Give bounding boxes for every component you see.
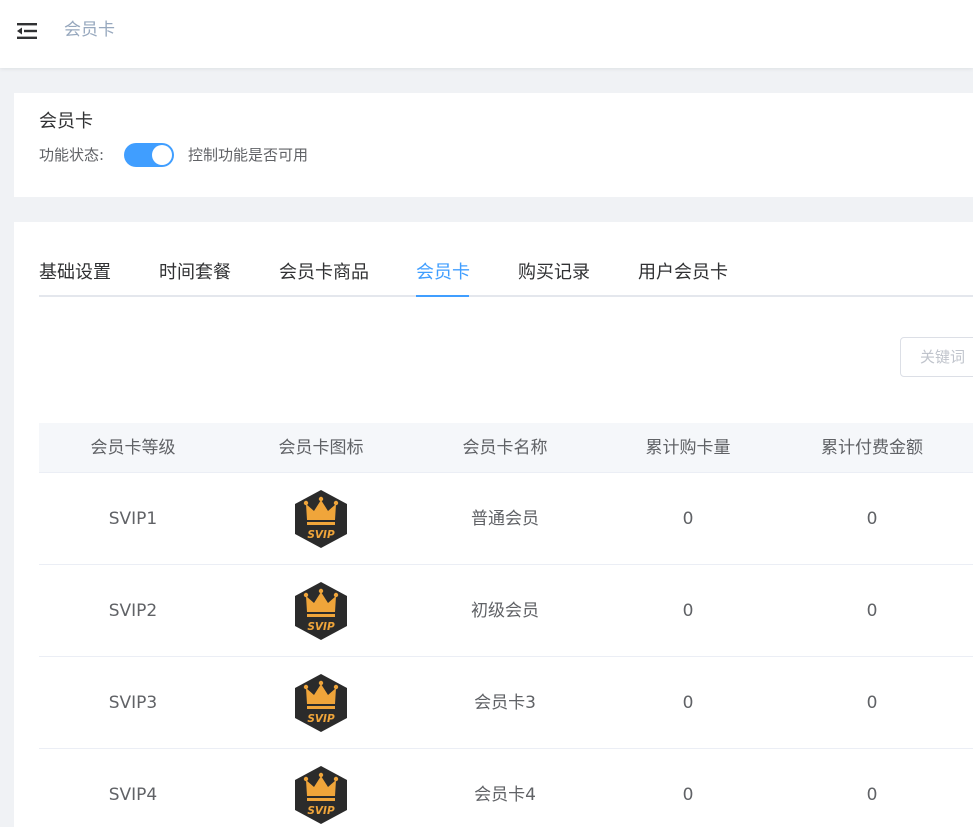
- table-header: 会员卡等级 会员卡图标 会员卡名称 累计购卡量 累计付费金额: [39, 423, 973, 473]
- column-header-level: 会员卡等级: [90, 438, 176, 458]
- cell-purchases: 0: [682, 601, 694, 621]
- table-row: SVIP2 SVIP 初级会员 0 0: [39, 565, 973, 657]
- svg-text:SVIP: SVIP: [307, 805, 335, 817]
- cell-level: SVIP4: [108, 785, 158, 805]
- svg-text:SVIP: SVIP: [307, 713, 335, 725]
- table-row: SVIP4 SVIP 会员卡4 0 0: [39, 749, 973, 827]
- cell-level: SVIP3: [108, 693, 158, 713]
- function-status-card: 会员卡 功能状态: 控制功能是否可用: [14, 93, 973, 197]
- svip-crown-badge-icon: SVIP: [295, 582, 347, 640]
- cell-icon: SVIP: [227, 565, 415, 657]
- cell-level: SVIP1: [108, 509, 158, 529]
- cell-name: 初级会员: [471, 601, 539, 621]
- cell-icon: SVIP: [227, 473, 415, 565]
- keyword-search-input[interactable]: [900, 337, 973, 377]
- menu-fold-icon[interactable]: [17, 22, 37, 40]
- svg-text:SVIP: SVIP: [307, 621, 335, 633]
- column-header-icon: 会员卡图标: [278, 438, 364, 458]
- svip-crown-badge-icon: SVIP: [295, 674, 347, 732]
- svip-crown-badge-icon: SVIP: [295, 490, 347, 548]
- tab-member-cards[interactable]: 会员卡: [416, 260, 470, 286]
- cell-amount: 0: [866, 693, 878, 713]
- tab-card-products[interactable]: 会员卡商品: [279, 260, 369, 286]
- tab-purchase-records[interactable]: 购买记录: [518, 260, 590, 286]
- table-row: SVIP1 SVIP 普通会员 0 0: [39, 473, 973, 565]
- switch-knob: [152, 145, 172, 165]
- column-header-amount: 累计付费金额: [821, 438, 923, 458]
- cell-icon: SVIP: [227, 657, 415, 749]
- cell-name: 会员卡4: [474, 785, 536, 805]
- active-tab-indicator: [416, 295, 469, 297]
- cell-name: 会员卡3: [474, 693, 536, 713]
- cell-purchases: 0: [682, 509, 694, 529]
- cell-name: 普通会员: [471, 509, 539, 529]
- top-navbar: 会员卡: [0, 0, 973, 68]
- tab-basic-settings[interactable]: 基础设置: [39, 260, 111, 286]
- table-row: SVIP3 SVIP 会员卡3 0 0: [39, 657, 973, 749]
- cell-icon: SVIP: [227, 749, 415, 827]
- cell-amount: 0: [866, 785, 878, 805]
- svip-crown-badge-icon: SVIP: [295, 766, 347, 824]
- tab-time-packages[interactable]: 时间套餐: [159, 260, 231, 286]
- cell-amount: 0: [866, 509, 878, 529]
- main-content-card: 基础设置 时间套餐 会员卡商品 会员卡 购买记录 用户会员卡 会员卡等级 会员卡…: [14, 222, 973, 827]
- function-status-switch[interactable]: [124, 143, 174, 167]
- member-card-table: 会员卡等级 会员卡图标 会员卡名称 累计购卡量 累计付费金额 SVIP1 SVI…: [39, 423, 973, 827]
- column-header-name: 会员卡名称: [462, 438, 548, 458]
- cell-purchases: 0: [682, 693, 694, 713]
- tab-bar: 基础设置 时间套餐 会员卡商品 会员卡 购买记录 用户会员卡: [39, 254, 973, 297]
- card-title: 会员卡: [39, 111, 93, 132]
- function-status-label: 功能状态:: [39, 146, 105, 164]
- cell-purchases: 0: [682, 785, 694, 805]
- tab-user-member-cards[interactable]: 用户会员卡: [638, 260, 728, 286]
- svg-text:SVIP: SVIP: [307, 529, 335, 541]
- breadcrumb-current: 会员卡: [64, 20, 115, 40]
- cell-amount: 0: [866, 601, 878, 621]
- cell-level: SVIP2: [108, 601, 158, 621]
- function-status-description: 控制功能是否可用: [188, 146, 309, 164]
- column-header-purchases: 累计购卡量: [645, 438, 731, 458]
